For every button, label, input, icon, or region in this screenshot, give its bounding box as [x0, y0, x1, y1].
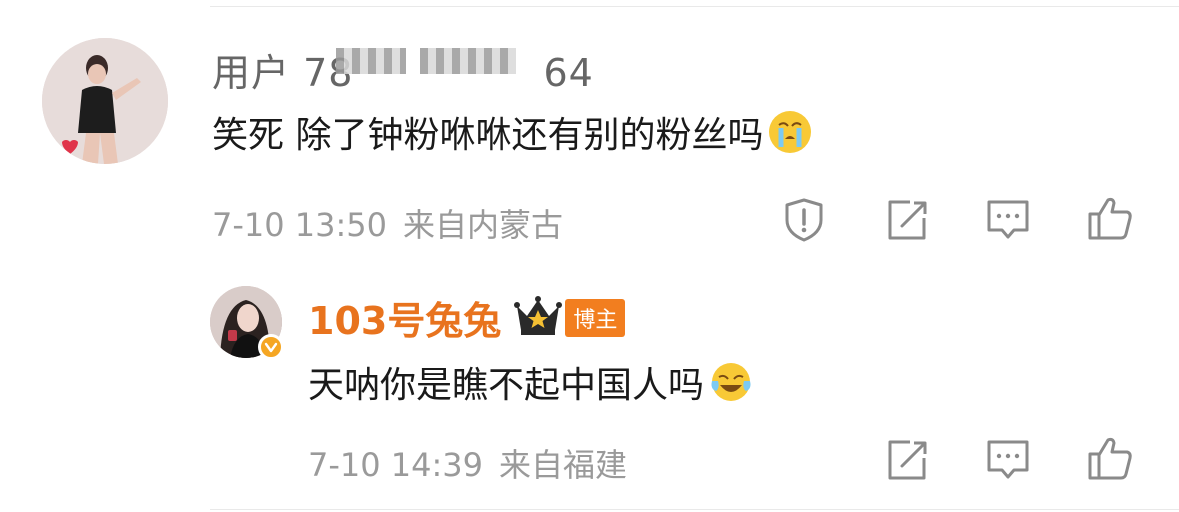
comment-time: 7-10 13:50 — [212, 206, 388, 244]
crying-face-emoji — [769, 111, 812, 153]
username-mosaic — [336, 48, 406, 74]
comment-icon[interactable] — [984, 436, 1032, 484]
avatar[interactable] — [42, 38, 168, 164]
reply-username[interactable]: 103号兔兔 — [308, 290, 501, 345]
reply-meta: 7-10 14:39 来自福建 — [308, 440, 627, 486]
author-badge: 博主 — [565, 298, 626, 337]
comment-body: 笑死 除了钟粉咻咻还有别的粉丝吗 — [212, 106, 812, 158]
username-mosaic-2 — [420, 48, 516, 74]
like-icon[interactable] — [1086, 434, 1134, 482]
username-suffix: 64 — [543, 51, 594, 95]
comment-location: 来自内蒙古 — [403, 206, 564, 244]
like-icon[interactable] — [1086, 194, 1134, 242]
reply-location: 来自福建 — [499, 446, 628, 484]
laughing-crying-emoji — [710, 361, 752, 403]
crown-icon — [513, 294, 563, 342]
top-divider — [210, 6, 1179, 7]
report-icon[interactable] — [780, 196, 828, 244]
comment-meta: 7-10 13:50 来自内蒙古 — [212, 200, 563, 246]
comment-icon[interactable] — [984, 196, 1032, 244]
reply-text: 天呐你是瞧不起中国人吗 — [308, 365, 705, 406]
repost-icon[interactable] — [882, 436, 930, 484]
repost-icon[interactable] — [882, 196, 930, 244]
comment-text: 笑死 除了钟粉咻咻还有别的粉丝吗 — [212, 115, 764, 156]
reply-time: 7-10 14:39 — [308, 446, 484, 484]
comment-username[interactable]: 用户 78 64 — [212, 42, 594, 97]
reply-body: 天呐你是瞧不起中国人吗 — [308, 356, 752, 408]
verified-badge — [258, 334, 284, 360]
username-prefix: 用户 78 — [212, 51, 354, 95]
reply-header: 103号兔兔 博主 — [308, 290, 626, 345]
bottom-divider — [210, 509, 1179, 510]
